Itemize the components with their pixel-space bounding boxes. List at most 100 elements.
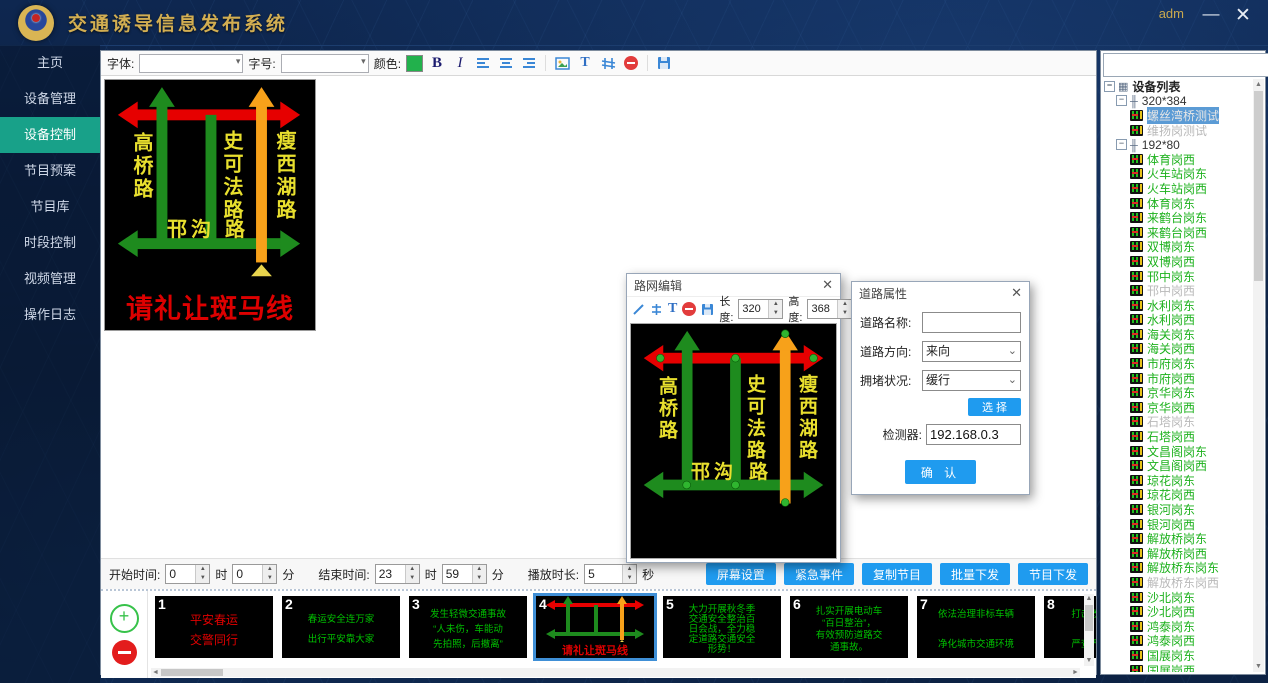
end-hour-stepper[interactable]: 23 ▲▼ (375, 564, 420, 584)
color-swatch[interactable] (406, 55, 423, 72)
device-tree-row[interactable]: 海关岗西 (1103, 342, 1252, 357)
save-icon[interactable] (701, 300, 714, 318)
device-tree-row[interactable]: 京华岗东 (1103, 385, 1252, 400)
align-right-icon[interactable] (520, 54, 538, 72)
program-thumbnail[interactable]: 7 依法治理非标车辆净化城市交通环境 (917, 596, 1035, 658)
sidebar-item[interactable]: 节目预案 (0, 153, 100, 189)
device-tree-row[interactable]: 解放桥东岗东 (1103, 561, 1252, 576)
device-tree-row[interactable]: 邗中岗东 (1103, 269, 1252, 284)
detector-field[interactable]: 192.168.0.3 (926, 424, 1021, 445)
scroll-right-icon[interactable]: ► (1071, 668, 1080, 677)
select-detector-button[interactable]: 选 择 (968, 398, 1021, 416)
device-tree-row[interactable]: 银河岗东 (1103, 502, 1252, 517)
device-tree-row[interactable]: 国展岗西 (1103, 663, 1252, 672)
program-thumbnail[interactable]: 4 (536, 596, 654, 658)
scrollbar-thumb[interactable] (1085, 605, 1093, 631)
scroll-up-icon[interactable]: ▲ (1253, 79, 1264, 90)
height-stepper[interactable]: 368 ▲▼ (807, 299, 852, 319)
stepper-arrows-icon[interactable]: ▲▼ (622, 565, 636, 583)
device-tree-row[interactable]: 火车站岗东 (1103, 167, 1252, 182)
program-thumbnail[interactable]: 6 扎实开展电动车“百日整治”，有效预防道路交通事故。 (790, 596, 908, 658)
sidebar-item[interactable]: 节目库 (0, 189, 100, 225)
program-thumbnail[interactable]: 2 春运安全连万家出行平安靠大家 (282, 596, 400, 658)
tree-expander-icon[interactable] (1116, 95, 1127, 106)
device-tree-row[interactable]: 银河岗西 (1103, 517, 1252, 532)
double-arrow-icon[interactable] (650, 300, 663, 318)
action-button[interactable]: 屏幕设置 (706, 563, 776, 585)
device-tree-row[interactable]: 鸿泰岗东 (1103, 619, 1252, 634)
road-name-field[interactable] (922, 312, 1021, 333)
program-thumbnail[interactable]: 3 发生轻微交通事故“人未伤，车能动先拍照，后撤离” (409, 596, 527, 658)
device-tree-row[interactable]: 320*384 (1103, 94, 1252, 109)
device-tree-row[interactable]: 双博岗东 (1103, 240, 1252, 255)
program-thumbnail[interactable]: 5 大力开展秋冬季交通安全整治百日会战，全力稳定道路交通安全形势！ (663, 596, 781, 658)
delete-element-icon[interactable] (682, 300, 696, 318)
road-direction-select[interactable]: 来向 (922, 341, 1021, 362)
stepper-arrows-icon[interactable]: ▲▼ (195, 565, 209, 583)
action-button[interactable]: 紧急事件 (784, 563, 854, 585)
device-tree-row[interactable]: 文昌阁岗东 (1103, 444, 1252, 459)
device-tree-row[interactable]: 来鹤台岗西 (1103, 225, 1252, 240)
align-left-icon[interactable] (474, 54, 492, 72)
led-display-preview[interactable]: 高桥路 史可法路 瘦西湖路 邗沟 路 请礼让斑马线 (104, 79, 316, 331)
device-tree-row[interactable]: 火车站岗西 (1103, 181, 1252, 196)
dialog-close-icon[interactable]: ✕ (1011, 285, 1022, 301)
insert-image-icon[interactable] (553, 54, 571, 72)
device-tree-row[interactable]: 水利岗西 (1103, 313, 1252, 328)
bold-button[interactable]: B (428, 54, 446, 72)
device-tree-row[interactable]: 琼花岗西 (1103, 488, 1252, 503)
stepper-arrows-icon[interactable]: ▲▼ (768, 300, 782, 318)
device-tree-row[interactable]: 鸿泰岗西 (1103, 634, 1252, 649)
edit-canvas[interactable]: 高桥路 史可法路 瘦西湖路 邗沟 路 请礼让斑马线 路网编辑 ✕ (101, 76, 1096, 558)
device-tree-row[interactable]: 192*80 (1103, 137, 1252, 152)
device-tree-row[interactable]: 京华岗西 (1103, 400, 1252, 415)
scroll-left-icon[interactable]: ◄ (151, 668, 160, 677)
sidebar-item[interactable]: 视频管理 (0, 261, 100, 297)
device-tree-row[interactable]: 海关岗东 (1103, 327, 1252, 342)
action-button[interactable]: 复制节目 (862, 563, 932, 585)
device-tree-row[interactable]: 解放桥东岗西 (1103, 575, 1252, 590)
close-icon[interactable]: ✕ (1232, 4, 1254, 27)
device-tree-row[interactable]: 石塔岗东 (1103, 415, 1252, 430)
start-minute-stepper[interactable]: 0 ▲▼ (232, 564, 277, 584)
scroll-down-icon[interactable]: ▼ (1253, 661, 1264, 672)
device-tree-row[interactable]: 解放桥岗西 (1103, 546, 1252, 561)
text-tool-button[interactable]: T (576, 54, 594, 72)
remove-program-button[interactable] (112, 640, 137, 665)
tree-expander-icon[interactable] (1116, 139, 1127, 150)
device-tree-row[interactable]: 设备列表 (1103, 79, 1252, 94)
device-search-input[interactable] (1103, 53, 1268, 77)
sidebar-item[interactable]: 时段控制 (0, 225, 100, 261)
device-tree-scrollbar[interactable]: ▲ ▼ (1253, 79, 1264, 672)
end-minute-stepper[interactable]: 59 ▲▼ (442, 564, 487, 584)
road-editor-canvas[interactable]: 高桥路 史可法路 瘦西湖路 邗沟 路 (630, 323, 837, 559)
dialog-title-bar[interactable]: 路网编辑 ✕ (627, 274, 840, 296)
size-select[interactable] (281, 54, 369, 73)
device-tree-row[interactable]: 螺丝湾桥测试 (1103, 108, 1252, 123)
device-tree-row[interactable]: 来鹤台岗东 (1103, 210, 1252, 225)
scrollbar-thumb[interactable] (1254, 91, 1263, 281)
stepper-arrows-icon[interactable]: ▲▼ (837, 300, 851, 318)
text-tool-button[interactable]: T (668, 300, 677, 318)
length-stepper[interactable]: 320 ▲▼ (738, 299, 783, 319)
draw-line-icon[interactable] (632, 300, 645, 318)
device-tree-row[interactable]: 琼花岗东 (1103, 473, 1252, 488)
sidebar-item[interactable]: 设备管理 (0, 81, 100, 117)
action-button[interactable]: 批量下发 (940, 563, 1010, 585)
device-tree-row[interactable]: 水利岗东 (1103, 298, 1252, 313)
device-tree-row[interactable]: 沙北岗西 (1103, 604, 1252, 619)
scroll-down-icon[interactable]: ▼ (1084, 656, 1094, 666)
road-network-tool-icon[interactable] (599, 54, 617, 72)
sidebar-item[interactable]: 操作日志 (0, 297, 100, 333)
scroll-up-icon[interactable]: ▲ (1084, 594, 1094, 604)
device-tree-row[interactable]: 双博岗西 (1103, 254, 1252, 269)
italic-button[interactable]: I (451, 54, 469, 72)
stepper-arrows-icon[interactable]: ▲▼ (262, 565, 276, 583)
stepper-arrows-icon[interactable]: ▲▼ (472, 565, 486, 583)
dialog-title-bar[interactable]: 道路属性 ✕ (852, 282, 1029, 304)
sidebar-item[interactable]: 设备控制 (0, 117, 100, 153)
device-tree-row[interactable]: 石塔岗西 (1103, 429, 1252, 444)
congestion-select[interactable]: 缓行 (922, 370, 1021, 391)
action-button[interactable]: 节目下发 (1018, 563, 1088, 585)
program-thumbnail[interactable]: 1 平安春运交警同行 (155, 596, 273, 658)
